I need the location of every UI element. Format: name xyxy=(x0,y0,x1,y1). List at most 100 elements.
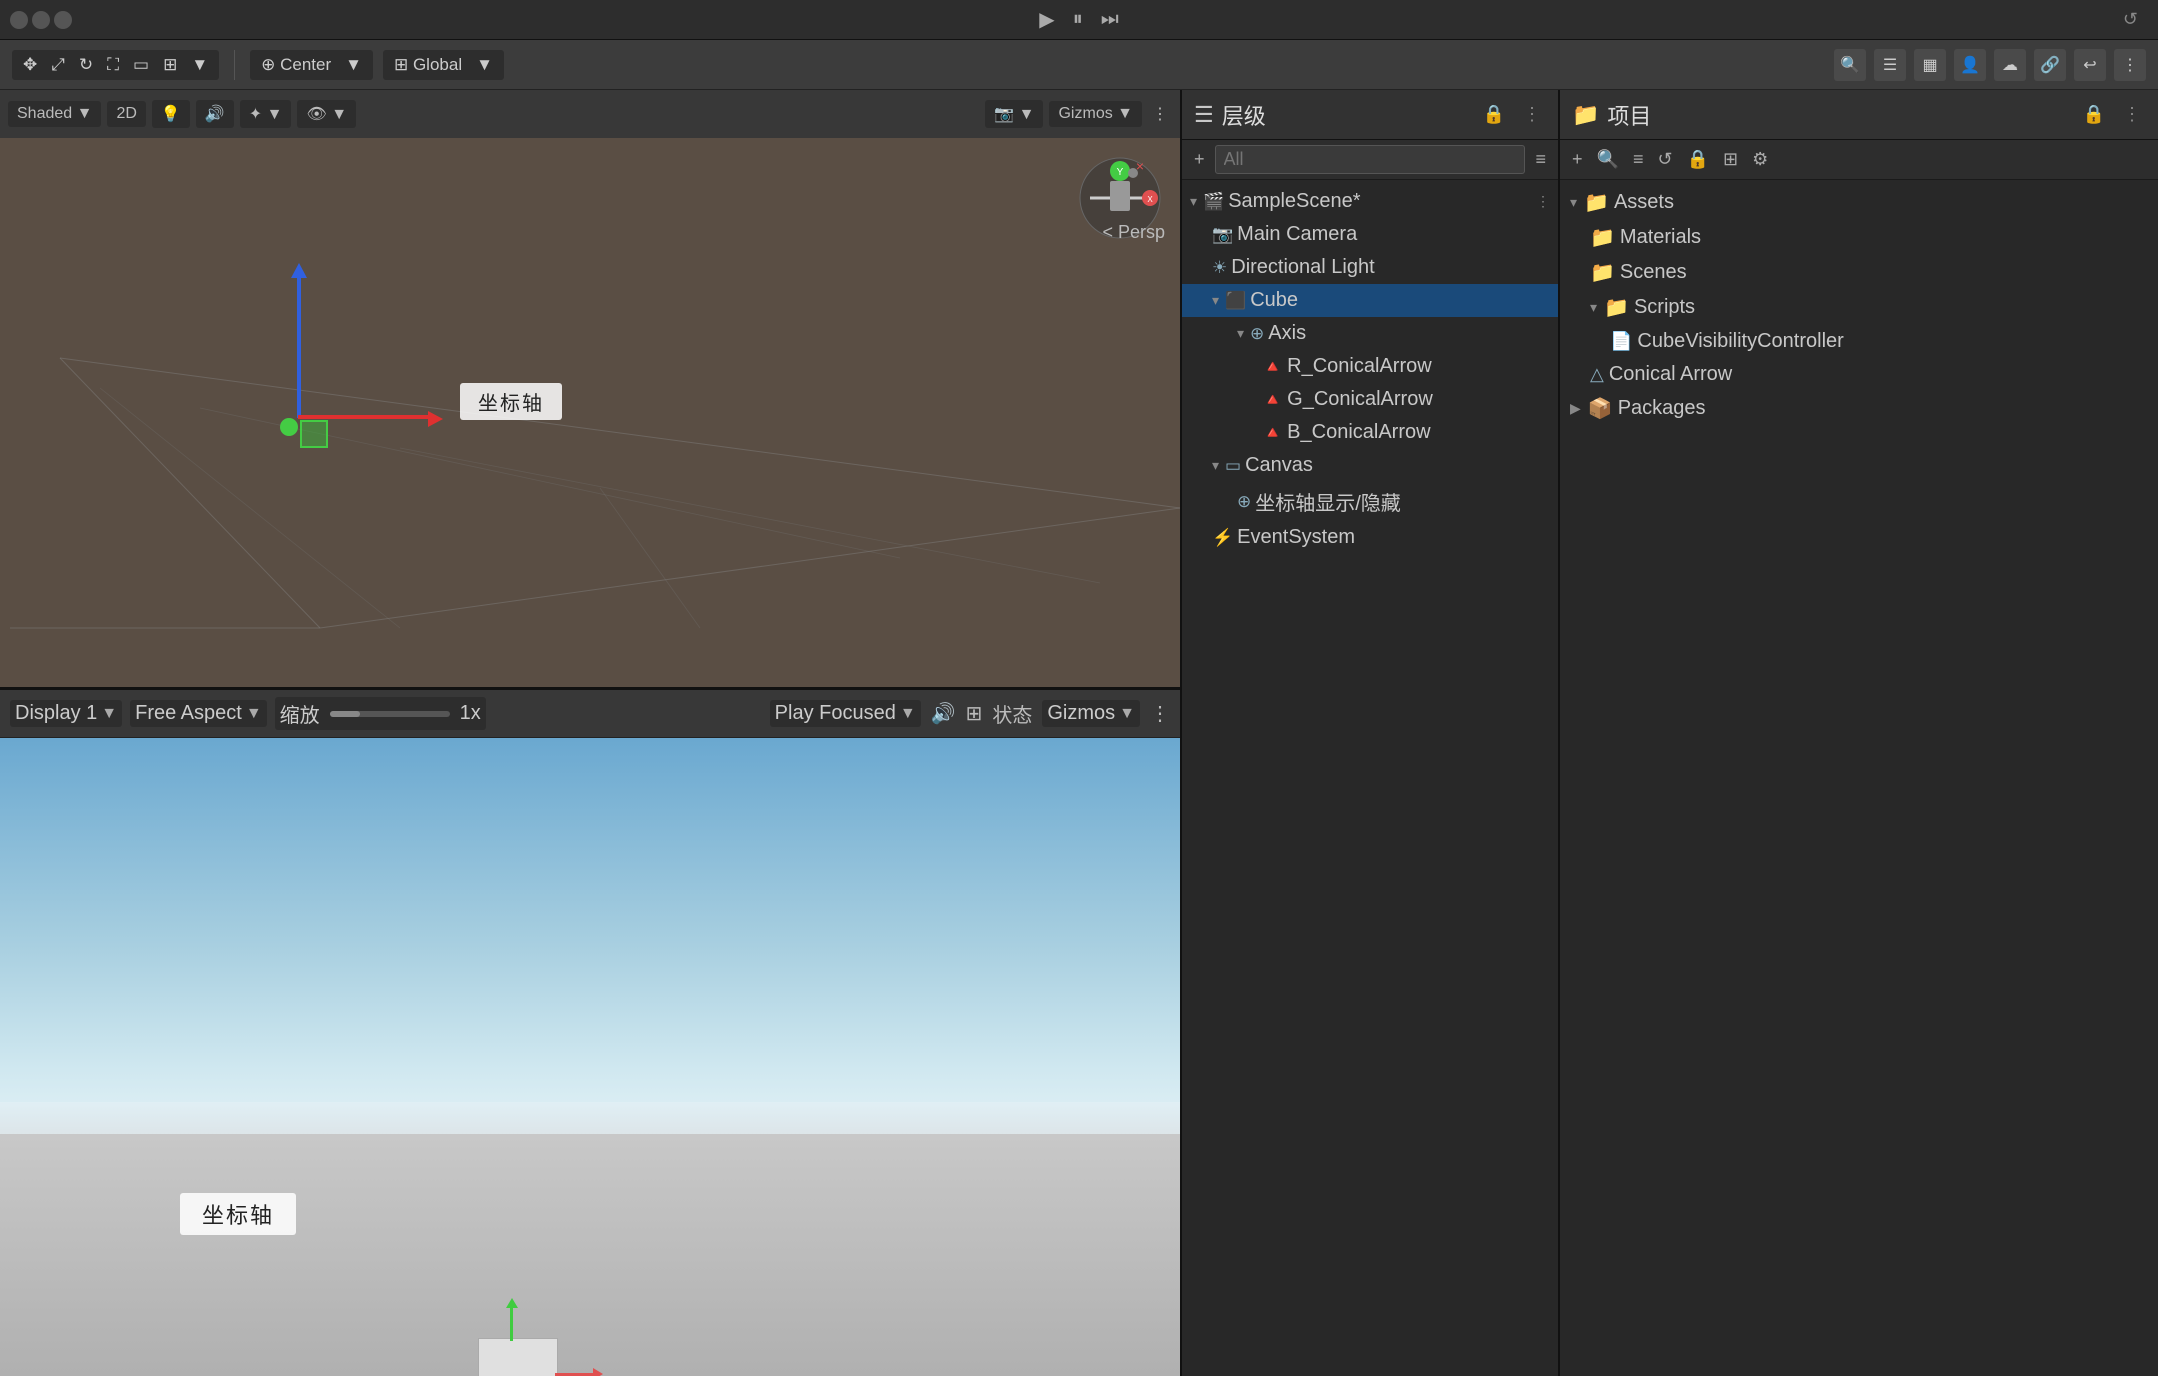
audio-game-icon[interactable]: 🔊 xyxy=(931,701,956,726)
project-search-btn[interactable]: 🔍 xyxy=(1593,147,1623,172)
hierarchy-item-cube[interactable]: ▾ ⬛ Cube xyxy=(1182,284,1558,317)
game-cube xyxy=(478,1338,558,1376)
project-item-scenes[interactable]: 📁 Scenes xyxy=(1560,255,2158,290)
scene-more-btn[interactable]: ⋮ xyxy=(1148,102,1172,126)
hierarchy-item-main-camera[interactable]: 📷 Main Camera xyxy=(1182,218,1558,251)
project-item-assets[interactable]: ▾ 📁 Assets xyxy=(1560,185,2158,220)
hierarchy-item-axis[interactable]: ▾ ⊕ Axis xyxy=(1182,317,1558,350)
game-more-icon[interactable]: ⋮ xyxy=(1150,701,1170,726)
camera-btn[interactable]: 📷 ▼ xyxy=(990,102,1038,126)
gizmos-group[interactable]: Gizmos ▼ xyxy=(1049,101,1142,127)
svg-text:×: × xyxy=(1136,158,1144,174)
hierarchy-item-zuobiaozhou[interactable]: ⊕ 坐标轴显示/隐藏 xyxy=(1182,482,1558,521)
play-button[interactable]: ▶ xyxy=(1039,7,1054,32)
rotate-tool[interactable]: ↻ xyxy=(74,53,98,77)
xz-plane-handle[interactable] xyxy=(300,420,328,448)
search-tb-btn[interactable]: 🔍 xyxy=(1834,49,1866,81)
project-lock-btn[interactable]: 🔒 xyxy=(2078,102,2110,127)
close-btn[interactable] xyxy=(10,11,28,29)
step-button[interactable]: ⏭ xyxy=(1101,8,1119,31)
pause-button[interactable]: ⏸ xyxy=(1073,8,1083,31)
global-toggle[interactable]: ⊞ Global xyxy=(389,53,467,77)
hierarchy-item-directional-light[interactable]: ☀ Directional Light xyxy=(1182,251,1558,284)
hierarchy-lock-btn[interactable]: 🔒 xyxy=(1478,102,1510,127)
account-btn[interactable]: 👤 xyxy=(1954,49,1986,81)
display-selector[interactable]: Display 1 ▼ xyxy=(10,700,122,727)
custom-tool[interactable]: ▼ xyxy=(186,53,213,77)
minimize-btn[interactable] xyxy=(32,11,50,29)
hierarchy-item-eventsystem[interactable]: ⚡ EventSystem xyxy=(1182,521,1558,554)
collab-btn[interactable]: 🔗 xyxy=(2034,49,2066,81)
hand-tool[interactable]: ✥ xyxy=(18,53,42,77)
pivot-handle[interactable] xyxy=(280,418,298,436)
project-refresh-btn[interactable]: ↺ xyxy=(1653,147,1676,172)
shading-mode[interactable]: Shaded ▼ xyxy=(13,103,96,125)
hierarchy-filter-btn[interactable]: ≡ xyxy=(1531,147,1550,172)
scale-tool[interactable]: ⛶ xyxy=(102,53,124,77)
project-add-btn[interactable]: + xyxy=(1568,147,1587,172)
gizmos-btn[interactable]: Gizmos ▼ xyxy=(1054,103,1137,125)
hierarchy-item-b-conical[interactable]: 🔺 B_ConicalArrow xyxy=(1182,416,1558,449)
project-more-btn[interactable]: ⋮ xyxy=(2118,102,2146,127)
undo-redo-btn[interactable]: ↩ xyxy=(2074,49,2106,81)
display-label: Display 1 xyxy=(15,702,97,725)
project-view-btn[interactable]: ⊞ xyxy=(1719,147,1742,172)
toolbar-right: 🔍 ☰ ▦ 👤 ☁ 🔗 ↩ ⋮ xyxy=(1834,49,2146,81)
project-item-materials[interactable]: 📁 Materials xyxy=(1560,220,2158,255)
undo-icon[interactable]: ↺ xyxy=(2123,9,2138,30)
hierarchy-more-btn[interactable]: ⋮ xyxy=(1518,102,1546,127)
hierarchy-add-btn[interactable]: + xyxy=(1190,147,1209,172)
hidden-group[interactable]: 👁 ▼ xyxy=(297,100,356,128)
audio-group[interactable]: 🔊 xyxy=(196,100,234,128)
hierarchy-item-canvas[interactable]: ▾ ▭ Canvas xyxy=(1182,449,1558,482)
effects-btn[interactable]: ✦ ▼ xyxy=(245,102,287,126)
effects-group[interactable]: ✦ ▼ xyxy=(240,100,292,128)
coords-label-scene: 坐标轴 xyxy=(460,383,562,420)
lights-btn[interactable]: 💡 xyxy=(157,102,185,126)
persp-label[interactable]: < Persp xyxy=(1102,222,1165,243)
rect-tool[interactable]: ▭ xyxy=(128,53,154,77)
lights-group[interactable]: 💡 xyxy=(152,100,190,128)
play-focused-selector[interactable]: Play Focused ▼ xyxy=(770,700,921,727)
project-item-cube-vis[interactable]: 📄 CubeVisibilityController xyxy=(1560,325,2158,358)
separator-1 xyxy=(234,50,235,80)
move-tool[interactable]: ⤢ xyxy=(46,53,70,77)
stats-icon[interactable]: ⊞ xyxy=(966,701,983,726)
game-sky xyxy=(0,738,1180,1153)
project-settings-btn[interactable]: ⚙ xyxy=(1748,147,1772,172)
layout-btn[interactable]: ▦ xyxy=(1914,49,1946,81)
hierarchy-search[interactable] xyxy=(1215,145,1526,174)
center-toggle[interactable]: ⊕ Center xyxy=(256,53,336,77)
layers-btn[interactable]: ☰ xyxy=(1874,49,1906,81)
gizmos-selector[interactable]: Gizmos ▼ xyxy=(1042,700,1140,727)
zuobiaozhou-icon: ⊕ xyxy=(1237,492,1251,512)
scale-control[interactable]: 缩放 1x xyxy=(275,697,486,730)
project-filter-btn[interactable]: ≡ xyxy=(1629,147,1648,172)
hierarchy-item-samplescene[interactable]: ▾ 🎬 SampleScene* ⋮ xyxy=(1182,185,1558,218)
shading-group[interactable]: Shaded ▼ xyxy=(8,101,101,127)
persp-gizmo[interactable]: Y X × < Persp xyxy=(1075,153,1165,243)
dropdown-global[interactable]: ▼ xyxy=(471,53,498,77)
hierarchy-item-r-conical[interactable]: 🔺 R_ConicalArrow xyxy=(1182,350,1558,383)
more-tb-btn[interactable]: ⋮ xyxy=(2114,49,2146,81)
hierarchy-item-g-conical[interactable]: 🔺 G_ConicalArrow xyxy=(1182,383,1558,416)
project-item-packages[interactable]: ▶ 📦 Packages xyxy=(1560,391,2158,426)
combo-tool[interactable]: ⊞ xyxy=(158,53,182,77)
x-axis-arrowhead xyxy=(428,411,443,427)
aspect-selector[interactable]: Free Aspect ▼ xyxy=(130,700,267,727)
2d-toggle-group[interactable]: 2D xyxy=(107,101,145,127)
samplescene-more[interactable]: ⋮ xyxy=(1536,193,1550,210)
hidden-btn[interactable]: 👁 ▼ xyxy=(302,102,351,126)
project-item-conical-arrow[interactable]: △ Conical Arrow xyxy=(1560,358,2158,391)
project-lock-btn2[interactable]: 🔒 xyxy=(1683,147,1713,172)
scene-toolbar: Shaded ▼ 2D 💡 🔊 ✦ ▼ 👁 ▼ xyxy=(0,90,1180,138)
dropdown-center[interactable]: ▼ xyxy=(340,53,367,77)
cube-vis-label: CubeVisibilityController xyxy=(1637,330,1843,353)
play-focused-dropdown: ▼ xyxy=(900,705,916,723)
cloud-btn[interactable]: ☁ xyxy=(1994,49,2026,81)
camera-group[interactable]: 📷 ▼ xyxy=(985,100,1043,128)
maximize-btn[interactable] xyxy=(54,11,72,29)
audio-btn[interactable]: 🔊 xyxy=(201,102,229,126)
2d-toggle[interactable]: 2D xyxy=(112,103,140,125)
project-item-scripts[interactable]: ▾ 📁 Scripts xyxy=(1560,290,2158,325)
